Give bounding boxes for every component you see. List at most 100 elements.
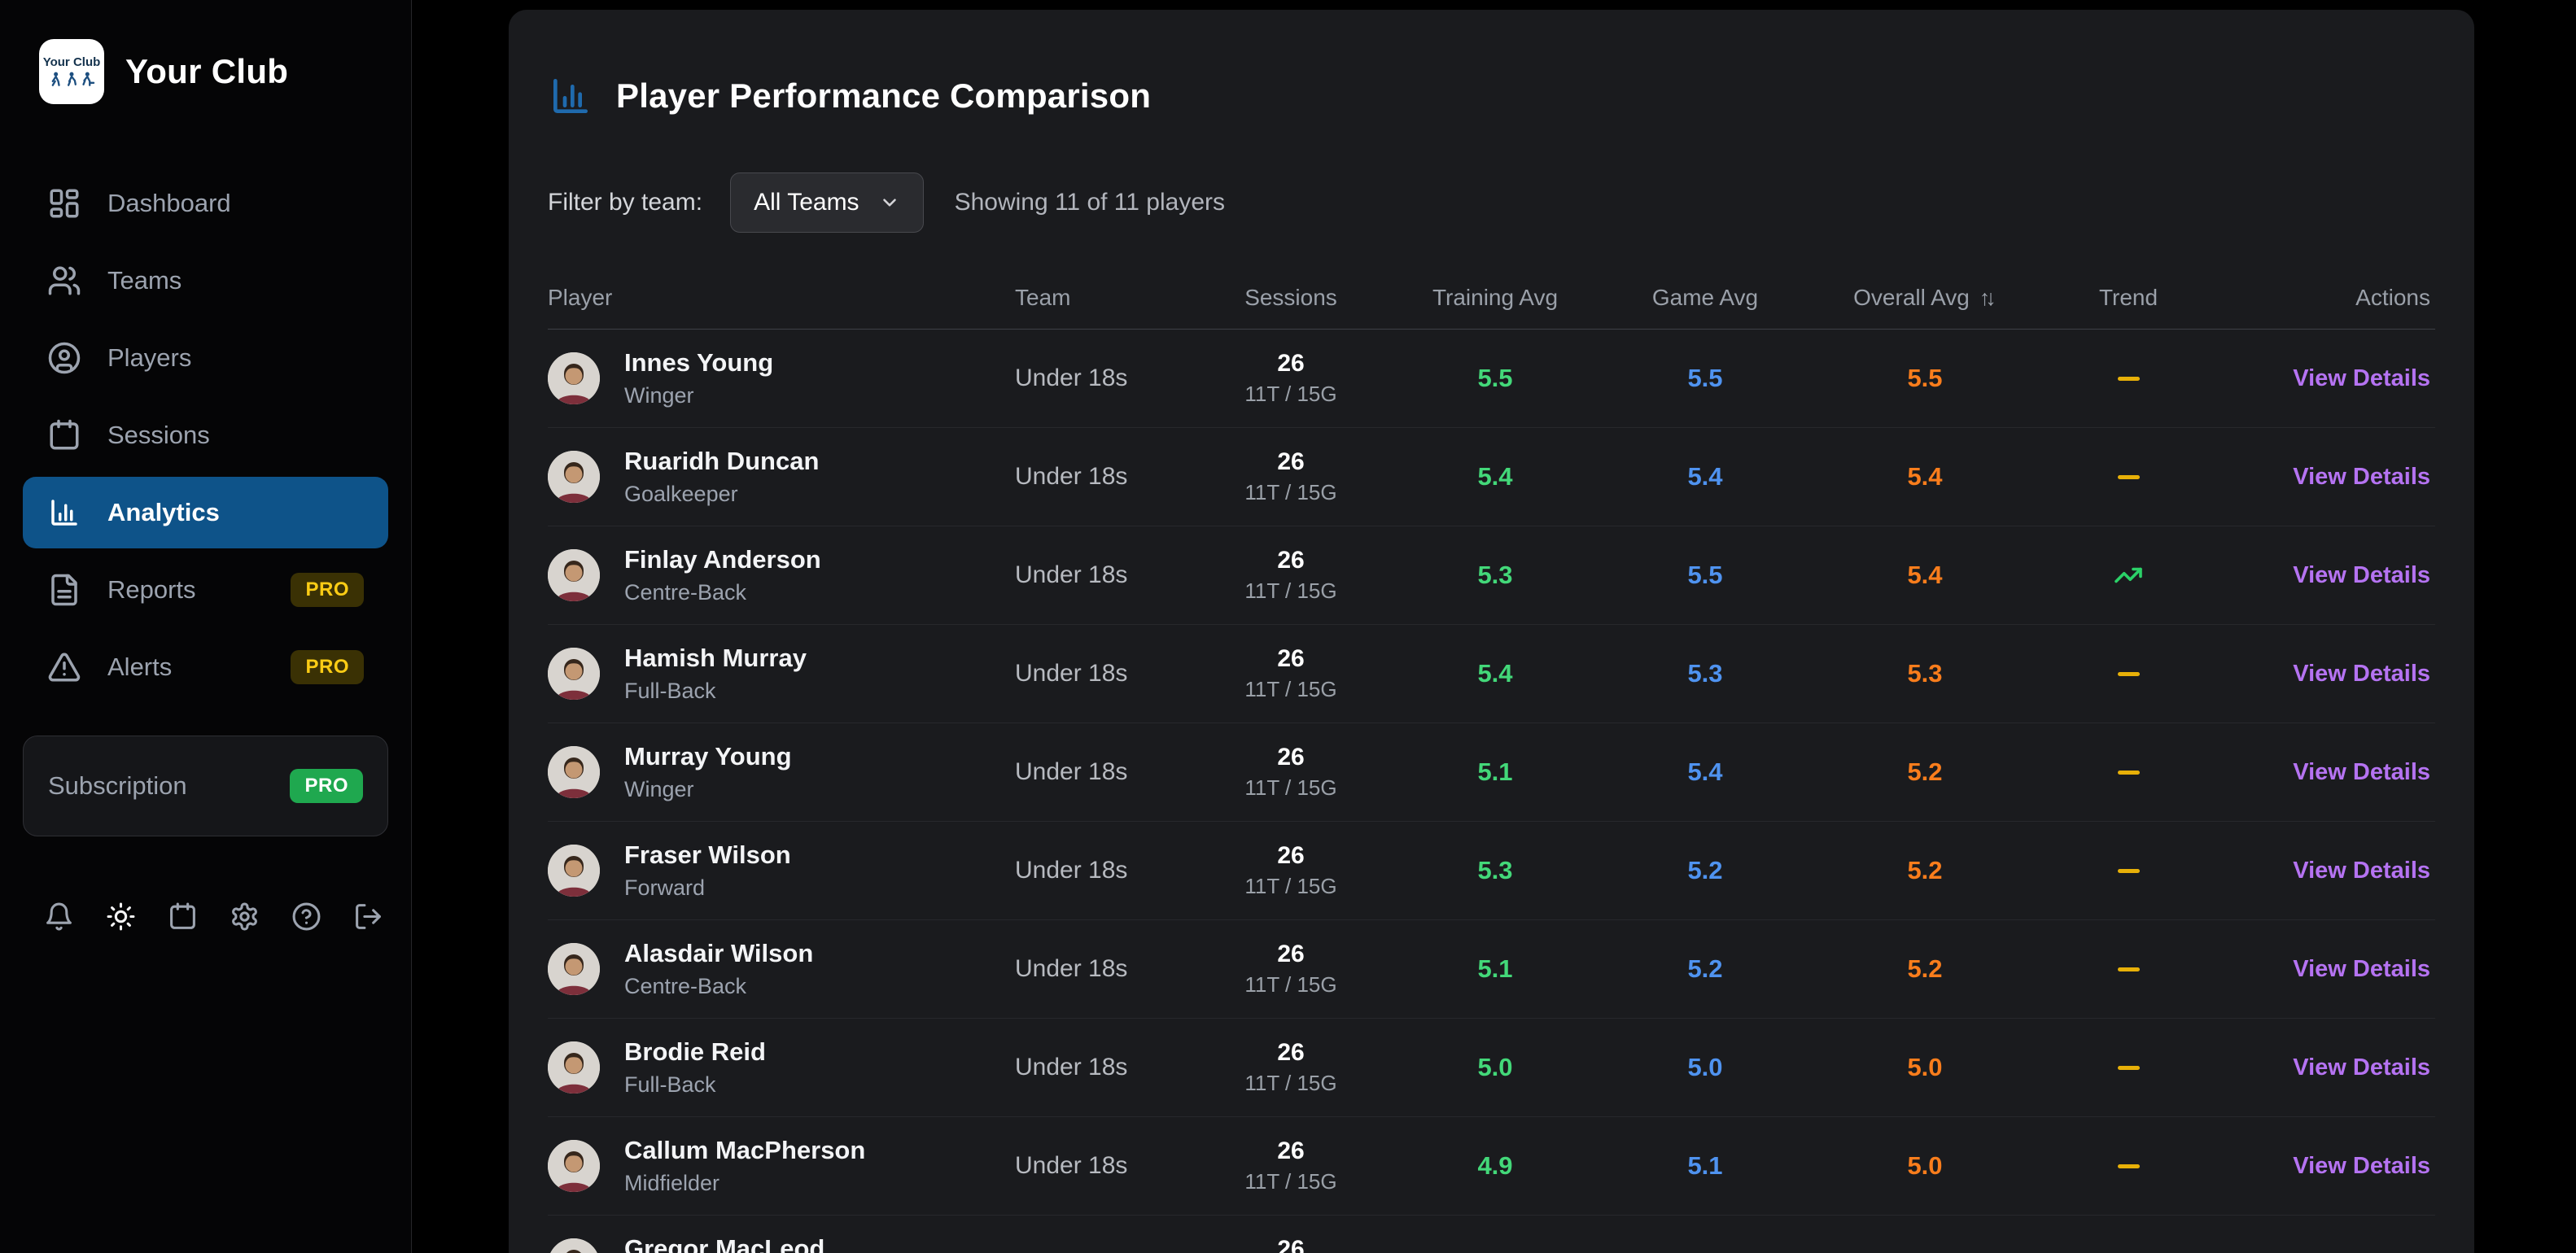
sidebar-nav: Dashboard Teams Players Sessions [23, 168, 388, 703]
table-header: PlayerTeamSessionsTraining AvgGame AvgOv… [548, 273, 2435, 330]
sun-icon[interactable] [104, 900, 137, 932]
training-avg-cell: 5.0 [1396, 1250, 1594, 1253]
game-avg-cell: 5.0 [1594, 1053, 1816, 1082]
training-avg-cell: 5.4 [1396, 659, 1594, 688]
help-icon[interactable] [290, 900, 322, 932]
view-details-link[interactable]: View Details [2293, 858, 2430, 884]
sessions-count: 26 [1186, 1137, 1396, 1164]
player-cell: Hamish Murray Full-Back [548, 644, 1015, 704]
actions-cell: View Details [2223, 1054, 2435, 1081]
player-identity: Murray Young Winger [624, 742, 792, 802]
players-table: PlayerTeamSessionsTraining AvgGame AvgOv… [509, 273, 2474, 1253]
filter-bar: Filter by team: All Teams Showing 11 of … [509, 172, 2474, 233]
results-count: Showing 11 of 11 players [955, 189, 1225, 216]
view-details-link[interactable]: View Details [2293, 661, 2430, 687]
team-cell: Under 18s [1015, 955, 1186, 983]
filter-label: Filter by team: [548, 189, 702, 216]
table-row: Murray Young Winger Under 18s 26 11T / 1… [548, 723, 2435, 822]
training-avg-cell: 5.1 [1396, 757, 1594, 787]
trend-flat-icon [2118, 967, 2140, 971]
sessions-breakdown: 11T / 15G [1186, 578, 1396, 604]
table-body: Innes Young Winger Under 18s 26 11T / 15… [548, 330, 2435, 1253]
player-cell: Brodie Reid Full-Back [548, 1037, 1015, 1098]
sessions-breakdown: 11T / 15G [1186, 1169, 1396, 1194]
sidebar-item-reports[interactable]: Reports PRO [23, 554, 388, 626]
training-avg-cell: 5.3 [1396, 856, 1594, 885]
overall-avg-cell: 5.2 [1816, 954, 2034, 984]
subscription-label: Subscription [48, 771, 187, 801]
team-cell: Under 18s [1015, 857, 1186, 884]
column-header-training-avg: Training Avg [1396, 285, 1594, 311]
sessions-count: 26 [1186, 842, 1396, 869]
sessions-count: 26 [1186, 448, 1396, 475]
column-header-overall-avg[interactable]: Overall Avg↑↓ [1816, 285, 2034, 311]
sidebar-item-dashboard[interactable]: Dashboard [23, 168, 388, 239]
view-details-link[interactable]: View Details [2293, 1153, 2430, 1179]
players-icon [47, 341, 81, 375]
view-details-link[interactable]: View Details [2293, 562, 2430, 588]
sidebar-item-sessions[interactable]: Sessions [23, 399, 388, 471]
bell-icon[interactable] [42, 900, 75, 932]
brand-row: Your Club Your Club [23, 39, 388, 104]
sidebar-item-teams[interactable]: Teams [23, 245, 388, 317]
sessions-cell: 26 11T / 15G [1186, 1236, 1396, 1253]
training-avg-cell: 4.9 [1396, 1151, 1594, 1181]
player-identity: Alasdair Wilson Centre-Back [624, 939, 813, 999]
player-position: Full-Back [624, 679, 807, 704]
calendar-icon[interactable] [166, 900, 199, 932]
trend-cell [2034, 672, 2223, 676]
view-details-link[interactable]: View Details [2293, 956, 2430, 982]
view-details-link[interactable]: View Details [2293, 759, 2430, 785]
team-filter-select[interactable]: All Teams [730, 172, 924, 233]
table-row: Ruaridh Duncan Goalkeeper Under 18s 26 1… [548, 428, 2435, 526]
player-name: Brodie Reid [624, 1037, 766, 1067]
player-avatar [548, 1041, 600, 1094]
game-avg-cell: 5.5 [1594, 561, 1816, 590]
player-name: Murray Young [624, 742, 792, 771]
chevron-down-icon [879, 192, 900, 213]
actions-cell: View Details [2223, 1153, 2435, 1180]
player-identity: Finlay Anderson Centre-Back [624, 545, 821, 605]
overall-avg-cell: 5.4 [1816, 462, 2034, 491]
team-cell: Under 18s [1015, 758, 1186, 786]
sidebar-item-label: Sessions [107, 421, 210, 450]
subscription-panel: Subscription PRO [23, 736, 388, 836]
trend-flat-icon [2118, 672, 2140, 676]
player-avatar [548, 746, 600, 798]
game-avg-cell: 5.2 [1594, 954, 1816, 984]
player-name: Innes Young [624, 348, 773, 378]
player-identity: Fraser Wilson Forward [624, 840, 791, 901]
column-header-player: Player [548, 285, 1015, 311]
sidebar-item-label: Reports [107, 575, 196, 605]
player-cell: Fraser Wilson Forward [548, 840, 1015, 901]
team-cell: Under 18s [1015, 1054, 1186, 1081]
trend-cell [2034, 869, 2223, 873]
trend-flat-icon [2118, 1164, 2140, 1168]
training-avg-cell: 5.5 [1396, 364, 1594, 393]
view-details-link[interactable]: View Details [2293, 365, 2430, 391]
sessions-count: 26 [1186, 1236, 1396, 1253]
actions-cell: View Details [2223, 464, 2435, 491]
gear-icon[interactable] [228, 900, 260, 932]
game-avg-cell: 4.9 [1594, 1250, 1816, 1253]
player-cell: Callum MacPherson Midfielder [548, 1136, 1015, 1196]
game-avg-cell: 5.1 [1594, 1151, 1816, 1181]
sessions-breakdown: 11T / 15G [1186, 677, 1396, 702]
player-position: Winger [624, 777, 792, 802]
sessions-breakdown: 11T / 15G [1186, 972, 1396, 998]
trend-flat-icon [2118, 771, 2140, 775]
sidebar-item-analytics[interactable]: Analytics [23, 477, 388, 548]
view-details-link[interactable]: View Details [2293, 1054, 2430, 1081]
sidebar-item-alerts[interactable]: Alerts PRO [23, 631, 388, 703]
sidebar-item-players[interactable]: Players [23, 322, 388, 394]
player-identity: Innes Young Winger [624, 348, 773, 408]
sessions-breakdown: 11T / 15G [1186, 874, 1396, 899]
logout-icon[interactable] [352, 900, 384, 932]
player-identity: Gregor MacLeod Midfielder [624, 1234, 824, 1253]
player-identity: Brodie Reid Full-Back [624, 1037, 766, 1098]
training-avg-cell: 5.0 [1396, 1053, 1594, 1082]
view-details-link[interactable]: View Details [2293, 464, 2430, 490]
trend-cell [2034, 771, 2223, 775]
club-logo-players-icon [48, 71, 95, 87]
sessions-cell: 26 11T / 15G [1186, 744, 1396, 801]
